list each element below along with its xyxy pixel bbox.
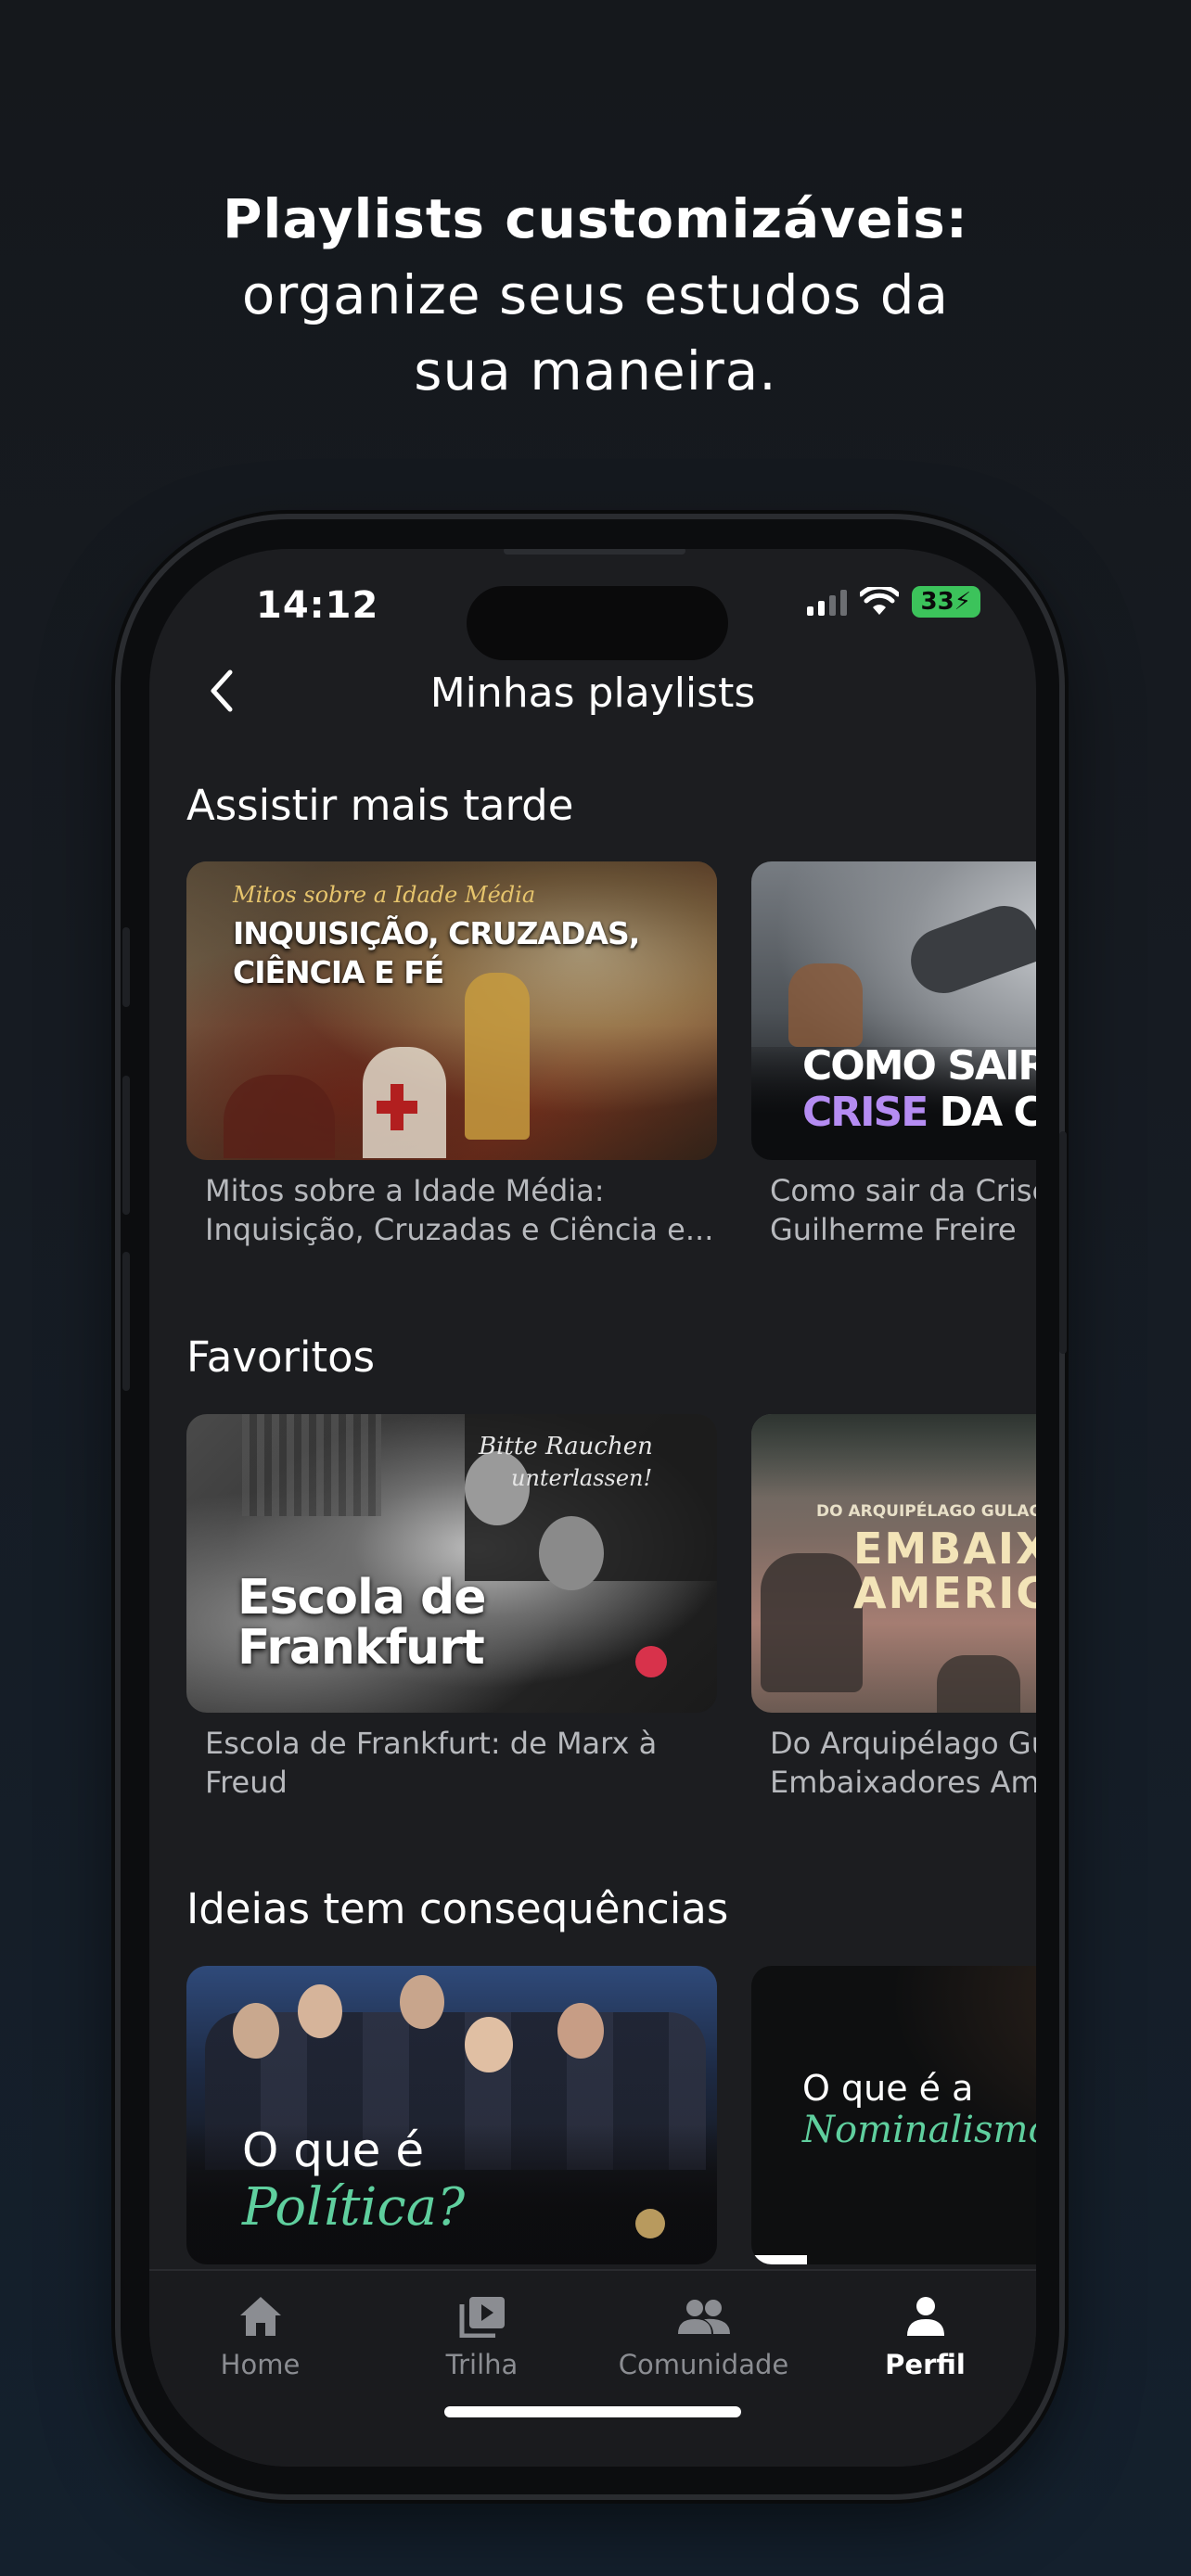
video-thumbnail: Bitte Rauchen unterlassen! Escola de Fra… <box>186 1414 717 1713</box>
video-thumbnail: Mitos sobre a Idade Média INQUISIÇÃO, CR… <box>186 861 717 1160</box>
play-library-icon <box>459 2297 505 2339</box>
speaker-grille <box>504 549 685 555</box>
phone-action-button <box>122 927 130 1007</box>
thumb-title-rest: DA CULT <box>939 1089 1036 1136</box>
phone-screen: 14:12 33⚡ Minhas playlists Assistir mais… <box>149 549 1036 2467</box>
battery-indicator: 33⚡ <box>911 586 980 618</box>
thumb-title-line-2: Nominalismo <box>802 2109 1036 2151</box>
tab-bar: Home Trilha Comunidade Perfil <box>149 2269 1036 2467</box>
playlist-card-escola-frankfurt[interactable]: Bitte Rauchen unterlassen! Escola de Fra… <box>186 1414 717 1802</box>
thumb-title-line-2: CIÊNCIA E FÉ <box>233 954 444 990</box>
chalkboard-text-1: Bitte Rauchen <box>479 1433 653 1460</box>
section-title-favoritos: Favoritos <box>186 1333 376 1382</box>
section-title-ideias: Ideias tem consequências <box>186 1884 729 1933</box>
card-caption-line-1: Escola de Frankfurt: de Marx à <box>205 1726 658 1761</box>
thumb-kicker: DO ARQUIPÉLAGO GULAG AO <box>816 1502 1036 1521</box>
thumb-title-line-1: INQUISIÇÃO, CRUZADAS, <box>233 915 640 951</box>
playlist-card-nominalismo[interactable]: O que é a Nominalismo <box>751 1966 1036 2264</box>
cellular-signal-icon <box>806 588 847 616</box>
thumb-title-line-2: AMERICA <box>853 1568 1036 1618</box>
thumb-kicker: Mitos sobre a Idade Média <box>233 882 536 908</box>
card-caption-line-1: Do Arquipélago Gu <box>770 1726 1036 1761</box>
card-caption-line-2: Embaixadores Am <box>770 1765 1036 1800</box>
card-caption-line-1: Mitos sobre a Idade Média: <box>205 1173 605 1208</box>
tab-home[interactable]: Home <box>149 2295 371 2380</box>
section-title-assistir: Assistir mais tarde <box>186 781 574 830</box>
nav-header: Minhas playlists <box>149 646 1036 739</box>
video-thumbnail: DO ARQUIPÉLAGO GULAG AO EMBAIXA AMERICA <box>751 1414 1036 1713</box>
wifi-icon <box>859 587 899 615</box>
chalkboard-text-2: unterlassen! <box>511 1465 653 1491</box>
video-thumbnail: O que é a Nominalismo <box>751 1966 1036 2264</box>
promo-headline: Playlists customizáveis: organize seus e… <box>0 181 1191 409</box>
status-icons: 33⚡ <box>806 586 980 618</box>
playlist-card-crise-cultura[interactable]: COMO SAIR DA CRISE DA CULT Como sair da … <box>751 861 1036 1249</box>
video-thumbnail: COMO SAIR DA CRISE DA CULT <box>751 861 1036 1160</box>
channel-badge-icon <box>635 2209 665 2238</box>
people-icon <box>677 2300 730 2334</box>
tab-perfil[interactable]: Perfil <box>814 2295 1036 2380</box>
tab-label: Comunidade <box>618 2349 789 2380</box>
tab-label: Trilha <box>445 2349 519 2380</box>
tab-trilha[interactable]: Trilha <box>371 2295 593 2380</box>
thumb-title-line-2: Política? <box>242 2177 466 2238</box>
channel-badge-icon <box>635 1646 667 1677</box>
thumb-title-line-2: CRISE DA CULT <box>802 1089 1036 1136</box>
card-caption-line-2: Freud <box>205 1765 288 1800</box>
thumb-title-line-1: COMO SAIR DA <box>802 1042 1036 1090</box>
phone-volume-up <box>122 1076 130 1215</box>
video-thumbnail: O que é Política? <box>186 1966 717 2264</box>
headline-line-3: sua maneira. <box>414 339 777 402</box>
card-caption-line-1: Como sair da Crise <box>770 1173 1036 1208</box>
home-icon <box>239 2297 281 2336</box>
thumb-title-line-1: EMBAIXA <box>853 1524 1036 1574</box>
battery-level: 33 <box>920 588 954 616</box>
thumb-title-line-1: O que é <box>242 2123 425 2177</box>
page-title: Minhas playlists <box>429 670 756 717</box>
card-caption-line-2: Inquisição, Cruzadas e Ciência e... <box>205 1212 714 1247</box>
playlist-card-gulag[interactable]: DO ARQUIPÉLAGO GULAG AO EMBAIXA AMERICA … <box>751 1414 1036 1802</box>
thumb-title-line-1: Escola de <box>237 1570 487 1626</box>
headline-bold: Playlists customizáveis: <box>223 187 968 250</box>
thumb-title-line-2: Frankfurt <box>237 1620 485 1676</box>
charging-bolt-icon: ⚡ <box>954 588 971 616</box>
tab-comunidade[interactable]: Comunidade <box>593 2295 814 2380</box>
status-time: 14:12 <box>256 584 379 627</box>
phone-power-button <box>1059 1131 1067 1354</box>
playlist-card-idade-media[interactable]: Mitos sobre a Idade Média INQUISIÇÃO, CR… <box>186 861 717 1249</box>
thumb-title-line-1: O que é a <box>802 2068 974 2109</box>
progress-indicator <box>751 2255 807 2264</box>
tab-label: Perfil <box>885 2349 966 2380</box>
home-indicator[interactable] <box>444 2406 741 2417</box>
thumb-title-highlight: CRISE <box>802 1089 928 1136</box>
phone-volume-down <box>122 1252 130 1391</box>
tab-label: Home <box>220 2349 301 2380</box>
card-caption-line-2: Guilherme Freire <box>770 1212 1017 1247</box>
person-icon <box>906 2297 944 2336</box>
headline-line-2: organize seus estudos da <box>241 263 950 326</box>
playlist-card-politica[interactable]: O que é Política? <box>186 1966 717 2264</box>
